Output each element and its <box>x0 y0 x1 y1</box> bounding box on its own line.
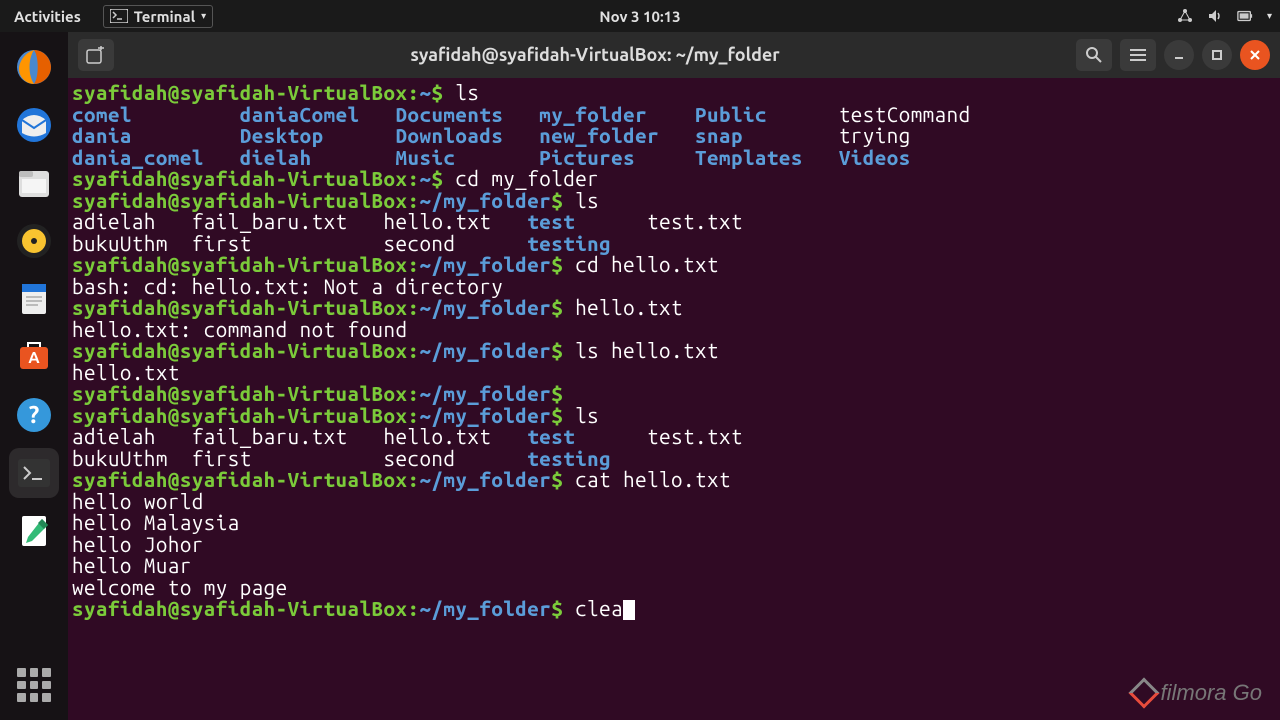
maximize-button[interactable] <box>1202 40 1232 70</box>
dock-terminal[interactable] <box>9 448 59 498</box>
dock-firefox[interactable] <box>9 42 59 92</box>
hamburger-menu-button[interactable] <box>1120 39 1156 71</box>
titlebar: syafidah@syafidah-VirtualBox: ~/my_folde… <box>68 32 1280 78</box>
svg-text:?: ? <box>29 401 40 428</box>
new-tab-button[interactable] <box>78 39 114 71</box>
dock-software[interactable]: A <box>9 332 59 382</box>
chevron-down-icon: ▾ <box>201 10 206 22</box>
watermark-text: filmora Go <box>1161 680 1262 706</box>
svg-text:A: A <box>28 349 40 367</box>
dock-thunderbird[interactable] <box>9 100 59 150</box>
terminal-body[interactable]: syafidah@syafidah-VirtualBox:~$ ls comel… <box>68 78 1280 720</box>
volume-icon[interactable] <box>1207 8 1223 24</box>
window-title: syafidah@syafidah-VirtualBox: ~/my_folde… <box>122 45 1068 65</box>
cursor <box>623 600 635 620</box>
dock-show-apps[interactable] <box>9 660 59 710</box>
dock-writer[interactable] <box>9 274 59 324</box>
dock: A ? <box>0 32 68 720</box>
search-button[interactable] <box>1076 39 1112 71</box>
watermark: filmora Go <box>1133 680 1262 706</box>
terminal-window: syafidah@syafidah-VirtualBox: ~/my_folde… <box>68 32 1280 720</box>
app-menu-label: Terminal <box>134 8 195 25</box>
system-menu-chevron-icon[interactable]: ▾ <box>1267 10 1272 22</box>
close-button[interactable] <box>1240 40 1270 70</box>
battery-icon[interactable] <box>1237 8 1253 24</box>
minimize-button[interactable] <box>1164 40 1194 70</box>
terminal-icon <box>110 9 128 23</box>
dock-help[interactable]: ? <box>9 390 59 440</box>
network-icon[interactable] <box>1177 8 1193 24</box>
dock-rhythmbox[interactable] <box>9 216 59 266</box>
app-menu[interactable]: Terminal ▾ <box>103 5 213 28</box>
activities-button[interactable]: Activities <box>8 6 87 27</box>
dock-files[interactable] <box>9 158 59 208</box>
gnome-topbar: Activities Terminal ▾ Nov 3 10:13 ▾ <box>0 0 1280 32</box>
watermark-logo-icon <box>1128 677 1159 708</box>
clock[interactable]: Nov 3 10:13 <box>599 8 680 25</box>
dock-texteditor[interactable] <box>9 506 59 556</box>
